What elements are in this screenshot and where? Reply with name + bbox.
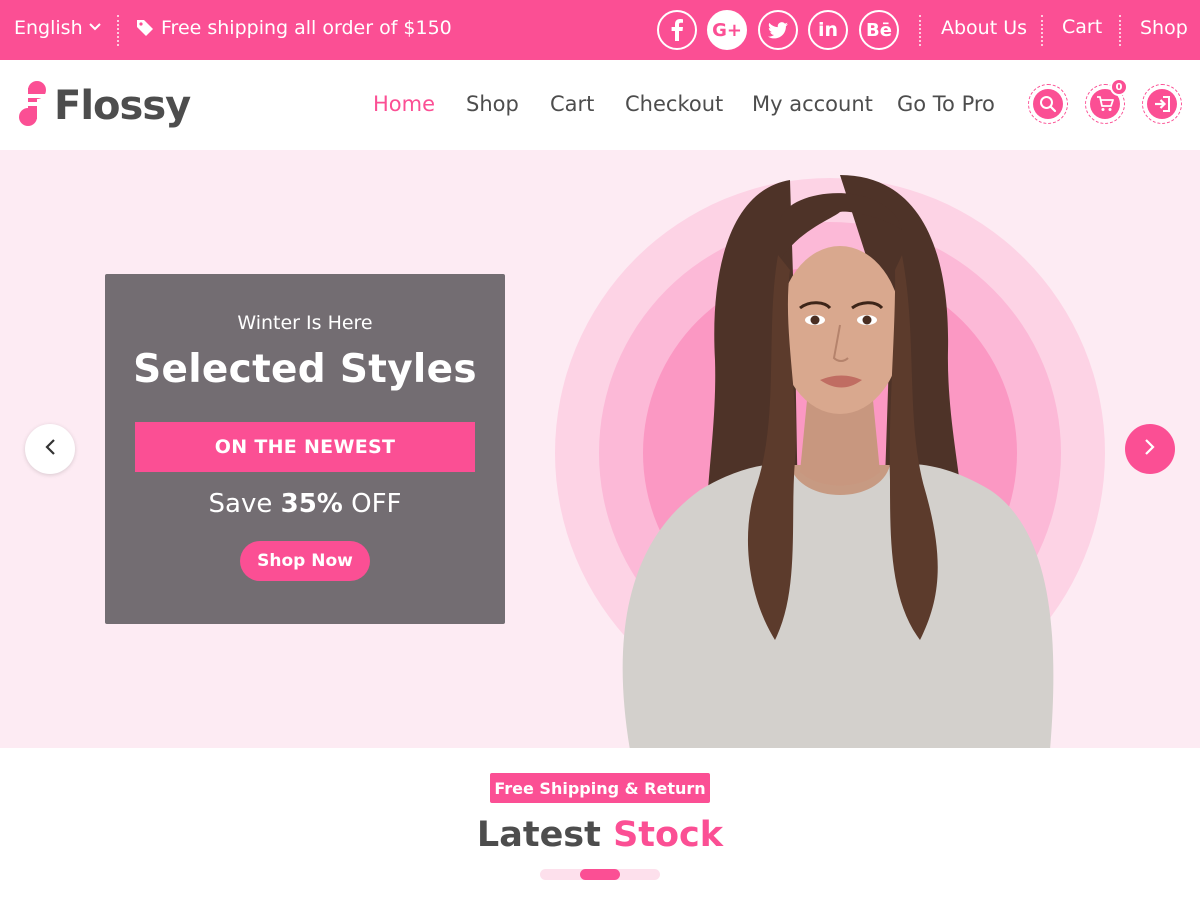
section-divider <box>540 869 660 880</box>
hero-discount: Save 35% OFF <box>105 489 505 519</box>
top-link-cart[interactable]: Cart <box>1062 16 1102 38</box>
twitter-icon[interactable] <box>758 10 798 50</box>
chevron-right-icon <box>1144 438 1156 460</box>
behance-icon[interactable]: Bē <box>859 10 899 50</box>
nav-go-to-pro[interactable]: Go To Pro <box>897 92 995 116</box>
section-divider-accent <box>580 869 620 880</box>
language-label: English <box>14 17 83 39</box>
hero-title: Selected Styles <box>133 347 477 392</box>
sign-in-icon <box>1147 89 1177 119</box>
top-bar: English Free shipping all order of $150 … <box>0 0 1200 60</box>
hero-slider: Winter Is Here Selected Styles ON THE NE… <box>0 150 1200 748</box>
search-icon <box>1033 89 1063 119</box>
promo-text: Free shipping all order of $150 <box>161 17 452 39</box>
divider <box>117 15 119 46</box>
discount-prefix: Save <box>208 489 273 519</box>
cart-button[interactable]: 0 <box>1085 78 1128 124</box>
shop-now-button[interactable]: Shop Now <box>240 541 370 581</box>
shipping-promo: Free shipping all order of $150 <box>136 17 452 39</box>
nav-shop[interactable]: Shop <box>466 92 519 116</box>
google-plus-glyph: G+ <box>712 19 742 41</box>
hero-subtitle: Winter Is Here <box>237 312 373 334</box>
divider <box>1119 15 1121 46</box>
divider <box>1041 15 1043 46</box>
nav-cart[interactable]: Cart <box>550 92 594 116</box>
login-button[interactable] <box>1142 84 1182 124</box>
discount-value: 35% <box>280 489 343 519</box>
tag-icon <box>136 19 154 37</box>
facebook-icon[interactable] <box>657 10 697 50</box>
slider-prev-button[interactable] <box>25 424 75 474</box>
divider <box>919 15 921 46</box>
logo[interactable]: Flossy <box>14 80 191 132</box>
model-image <box>622 175 1054 748</box>
section-title: Latest Stock <box>0 815 1200 855</box>
google-plus-icon[interactable]: G+ <box>707 10 747 50</box>
language-selector[interactable]: English <box>14 17 101 39</box>
section-title-part2: Stock <box>613 815 724 855</box>
logo-mark-icon <box>14 80 52 132</box>
top-link-shop[interactable]: Shop <box>1140 17 1188 39</box>
section-badge: Free Shipping & Return <box>490 773 710 803</box>
top-link-about-us[interactable]: About Us <box>941 17 1027 39</box>
hero-banner: ON THE NEWEST <box>135 422 475 472</box>
nav-my-account[interactable]: My account <box>752 92 873 116</box>
section-title-part1: Latest <box>476 815 601 855</box>
cart-count-badge: 0 <box>1110 78 1128 96</box>
linkedin-glyph: in <box>817 19 839 41</box>
slider-next-button[interactable] <box>1125 424 1175 474</box>
hero-promo-card: Winter Is Here Selected Styles ON THE NE… <box>105 274 505 624</box>
chevron-left-icon <box>44 438 56 460</box>
nav-home[interactable]: Home <box>373 92 435 116</box>
chevron-down-icon <box>88 20 101 34</box>
linkedin-icon[interactable]: in <box>808 10 848 50</box>
logo-text: Flossy <box>54 83 191 129</box>
nav-checkout[interactable]: Checkout <box>625 92 723 116</box>
behance-glyph: Bē <box>866 19 892 41</box>
discount-suffix: OFF <box>351 489 402 519</box>
main-header: Flossy Home Shop Cart Checkout My accoun… <box>0 60 1200 150</box>
search-button[interactable] <box>1028 84 1068 124</box>
